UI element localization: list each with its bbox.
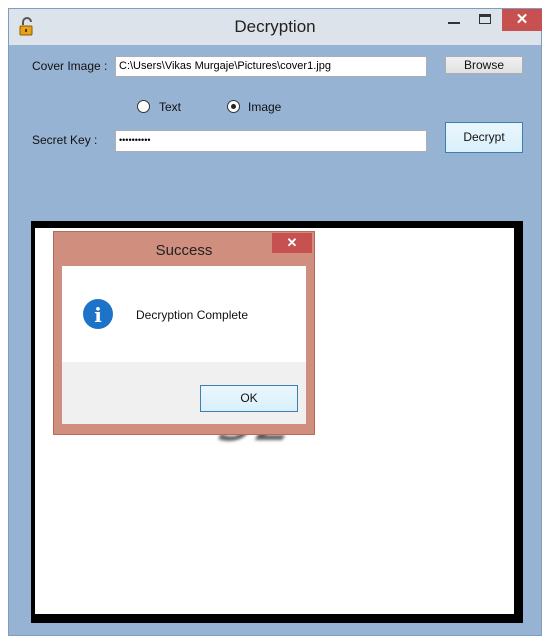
close-button[interactable]: ✕ xyxy=(502,9,542,31)
info-icon: i xyxy=(83,299,113,329)
secret-key-field[interactable]: •••••••••• xyxy=(115,130,427,152)
cover-image-label: Cover Image : xyxy=(32,59,108,73)
browse-button[interactable]: Browse xyxy=(445,56,523,74)
success-dialog: Success ✕ i Decryption Complete OK xyxy=(53,231,315,435)
decryption-window: Decryption ✕ Cover Image : C:\Users\Vika… xyxy=(8,8,542,636)
minimize-button[interactable] xyxy=(439,9,469,31)
radio-selected-dot xyxy=(231,104,236,109)
ok-button[interactable]: OK xyxy=(200,385,298,412)
radio-text[interactable] xyxy=(137,100,150,113)
close-icon: ✕ xyxy=(515,11,529,28)
radio-image[interactable] xyxy=(227,100,240,113)
close-icon: ✕ xyxy=(286,235,298,250)
secret-key-label: Secret Key : xyxy=(32,133,98,147)
radio-text-label[interactable]: Text xyxy=(159,100,181,114)
info-icon-glyph: i xyxy=(94,303,102,327)
dialog-close-button[interactable]: ✕ xyxy=(272,233,312,253)
title-bar[interactable]: Decryption ✕ xyxy=(9,9,542,45)
dialog-message: Decryption Complete xyxy=(136,308,249,322)
minimize-icon xyxy=(448,22,460,24)
decrypt-button[interactable]: Decrypt xyxy=(445,122,523,153)
maximize-icon xyxy=(479,14,491,24)
radio-image-label[interactable]: Image xyxy=(248,100,281,114)
maximize-button[interactable] xyxy=(471,9,501,31)
cover-image-path-field[interactable]: C:\Users\Vikas Murgaje\Pictures\cover1.j… xyxy=(115,56,427,77)
